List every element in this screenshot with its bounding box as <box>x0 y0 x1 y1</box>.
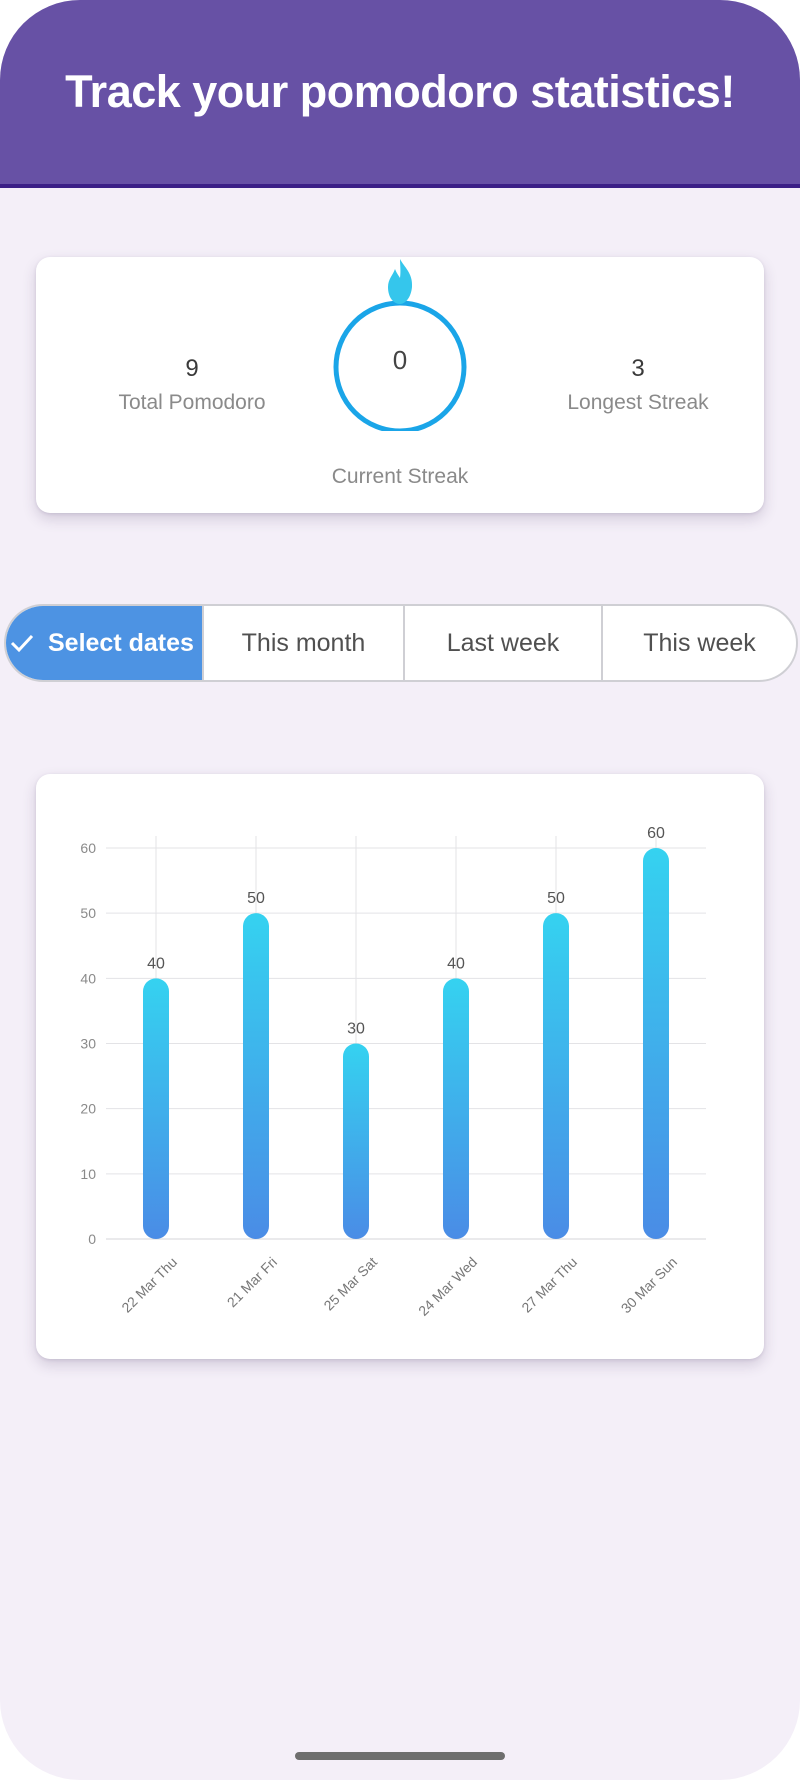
pomodoro-bar-chart: 0 10 20 30 40 50 60 40 22 Mar Thu 50 21 Mar Fri 30 2… <box>80 825 706 1319</box>
chart-bar <box>543 913 569 1239</box>
total-pomodoro-value: 9 <box>185 355 199 382</box>
x-tick-label: 25 Mar Sat <box>320 1254 380 1314</box>
bar-value-label: 50 <box>547 890 565 907</box>
filter-this-month[interactable]: This month <box>202 606 403 680</box>
page-title: Track your pomodoro statistics! <box>65 66 735 117</box>
x-tick-label: 30 Mar Sun <box>618 1254 680 1316</box>
check-icon <box>10 634 34 653</box>
app-bar: Track your pomodoro statistics! <box>0 0 800 188</box>
x-tick-label: 22 Mar Thu <box>118 1254 180 1316</box>
filter-last-week-label: Last week <box>446 628 560 657</box>
longest-streak-label: Longest Streak <box>567 391 709 414</box>
y-tick-label: 10 <box>80 1166 96 1182</box>
bar-value-label: 40 <box>447 955 465 972</box>
bar-value-label: 50 <box>247 890 265 907</box>
streak-summary-card: 9 Total Pomodoro 0 Current Streak 3 Long… <box>36 257 764 513</box>
filter-select-dates-label: Select dates <box>48 628 194 657</box>
date-range-selector: Select dates This month Last week This w… <box>4 604 798 682</box>
chart-bar <box>243 913 269 1239</box>
bar-value-label: 30 <box>347 1021 365 1038</box>
chart-bar <box>643 848 669 1239</box>
x-tick-label: 21 Mar Fri <box>224 1254 280 1310</box>
flame-icon <box>388 259 413 304</box>
filter-this-month-label: This month <box>241 628 366 657</box>
chart-bar <box>343 1043 369 1239</box>
total-pomodoro-label: Total Pomodoro <box>118 391 266 414</box>
chart-bar <box>143 978 169 1239</box>
filter-this-week[interactable]: This week <box>601 606 796 680</box>
bar-value-label: 60 <box>647 825 665 842</box>
y-tick-label: 0 <box>88 1231 96 1247</box>
filter-this-week-label: This week <box>643 628 756 657</box>
current-streak-label: Current Streak <box>331 465 469 488</box>
y-tick-label: 20 <box>80 1101 96 1117</box>
app-screen: Track your pomodoro statistics! 9 Total … <box>0 0 800 1780</box>
y-tick-label: 30 <box>80 1036 96 1052</box>
y-tick-label: 50 <box>80 905 96 921</box>
home-indicator[interactable] <box>295 1752 505 1760</box>
bar-value-label: 40 <box>147 955 165 972</box>
current-streak-value: 0 <box>392 345 408 375</box>
pomodoro-chart-card: 0 10 20 30 40 50 60 40 22 Mar Thu 50 21 Mar Fri 30 2… <box>36 774 764 1359</box>
x-tick-label: 27 Mar Thu <box>518 1254 580 1316</box>
filter-select-dates[interactable]: Select dates <box>6 606 202 680</box>
x-tick-label: 24 Mar Wed <box>415 1254 480 1319</box>
filter-last-week[interactable]: Last week <box>403 606 601 680</box>
y-tick-label: 40 <box>80 970 96 986</box>
y-tick-label: 60 <box>80 840 96 856</box>
chart-bar <box>443 978 469 1239</box>
longest-streak-value: 3 <box>631 355 645 382</box>
